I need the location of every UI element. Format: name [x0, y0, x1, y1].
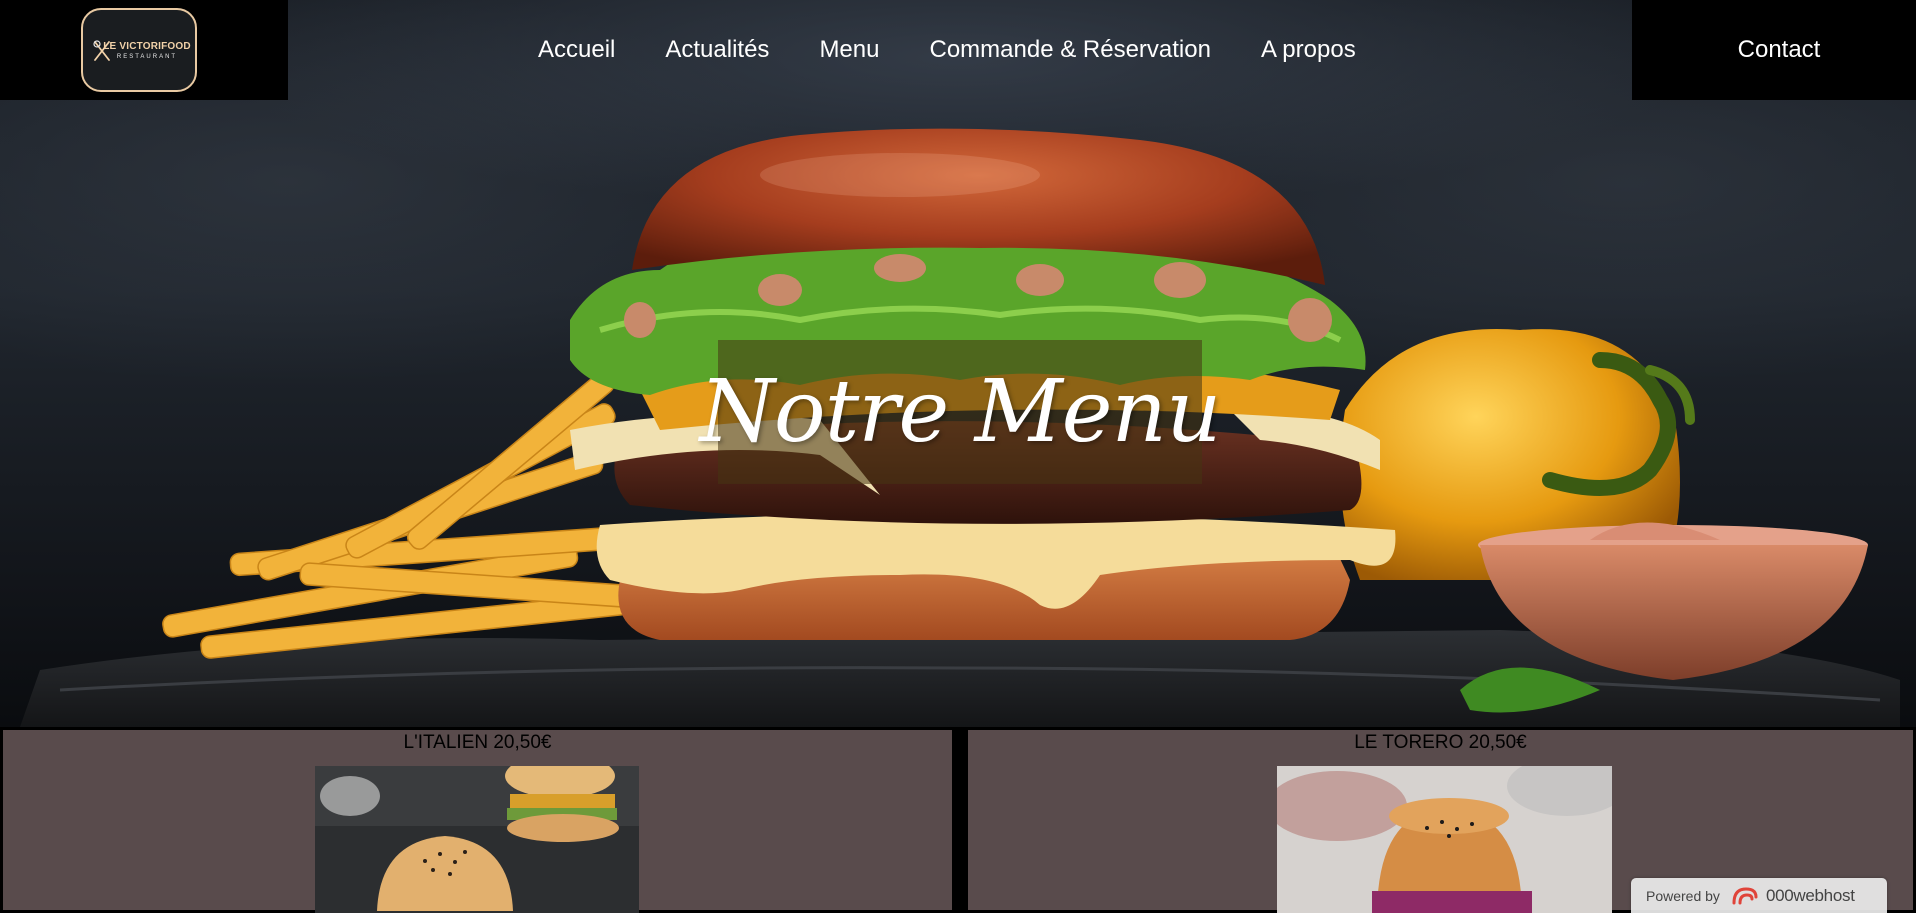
page-title: Notre Menu	[699, 362, 1222, 462]
main-nav: Accueil Actualités Menu Commande & Réser…	[538, 35, 1406, 65]
menu-card-title: L'ITALIEN 20,50€	[403, 732, 552, 753]
menu-card-image-torero	[1277, 766, 1612, 913]
nav-link-contact[interactable]: Contact	[1738, 35, 1821, 65]
menu-card-italien[interactable]: L'ITALIEN 20,50€	[0, 727, 955, 913]
menu-cards: L'ITALIEN 20,50€ LE TORERO 20,50€	[0, 727, 1916, 913]
nav-link-menu[interactable]: Menu	[819, 35, 879, 65]
nav-link-commande-reservation[interactable]: Commande & Réservation	[929, 35, 1210, 65]
nav-link-a-propos[interactable]: A propos	[1261, 35, 1356, 65]
utensils-icon	[93, 40, 110, 61]
menu-card-title: LE TORERO 20,50€	[1354, 732, 1527, 753]
powered-by-badge[interactable]: Powered by 000webhost	[1631, 878, 1887, 913]
nav-link-actualites[interactable]: Actualités	[665, 35, 769, 65]
menu-card-image-italien	[315, 766, 639, 913]
logo-subtitle: RESTAURANT	[116, 53, 178, 60]
nav-link-accueil[interactable]: Accueil	[538, 35, 615, 65]
logo-title: LE VICTORIFOOD	[103, 40, 191, 52]
contact-container: Contact	[1632, 0, 1916, 100]
powered-by-label: Powered by	[1646, 887, 1720, 904]
webhost-logo-icon	[1732, 886, 1758, 904]
powered-by-brand: 000webhost	[1765, 885, 1855, 905]
logo-container[interactable]: LE VICTORIFOOD RESTAURANT	[0, 0, 288, 100]
hero-title-panel: Notre Menu	[700, 340, 1221, 484]
restaurant-logo[interactable]: LE VICTORIFOOD RESTAURANT	[81, 8, 197, 92]
